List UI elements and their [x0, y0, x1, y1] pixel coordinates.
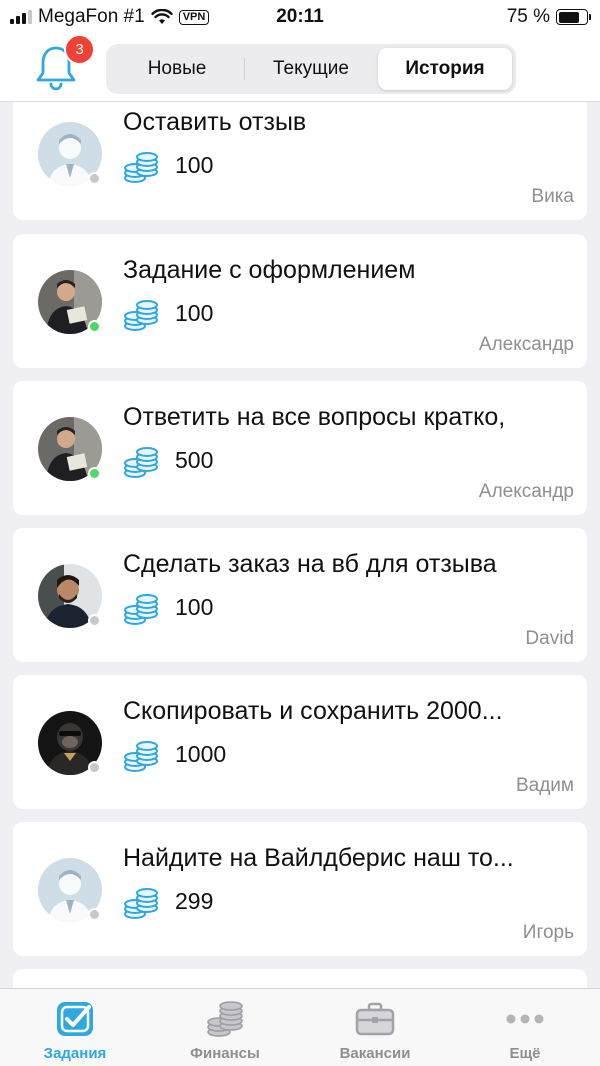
briefcase-icon — [355, 1002, 395, 1036]
battery-percent: 75 % — [506, 6, 550, 27]
more-dots-icon — [506, 1014, 544, 1024]
task-card[interactable]: Оставить отзыв 100 Вика — [13, 102, 587, 220]
coins-icon — [124, 594, 158, 625]
coins-icon — [207, 1001, 243, 1037]
tab-bar: Задания Финансы Вакансии Ещё — [0, 988, 600, 1066]
task-author: Игорь — [522, 922, 574, 943]
tab-more[interactable]: Ещё — [450, 989, 600, 1066]
task-card[interactable]: Скопировать и сохранить 2000... 1000 Вад… — [13, 675, 587, 809]
battery-icon — [556, 9, 591, 25]
tab-finance-label: Финансы — [190, 1045, 260, 1062]
offline-indicator — [88, 761, 101, 774]
task-author: David — [525, 628, 574, 649]
task-reward: 500 — [175, 447, 214, 473]
tab-tasks-label: Задания — [43, 1045, 107, 1062]
task-reward: 100 — [175, 300, 214, 326]
tab-finance[interactable]: Финансы — [150, 989, 300, 1066]
task-reward: 1000 — [175, 741, 227, 767]
tab-new[interactable]: Новые — [110, 48, 244, 90]
task-title: Скопировать и сохранить 2000... — [123, 697, 503, 725]
tab-vacancies[interactable]: Вакансии — [300, 989, 450, 1066]
task-reward: 100 — [175, 594, 214, 620]
status-bar: MegaFon #1 VPN 20:11 75 % — [0, 0, 600, 34]
task-title: Сделать заказ на вб для отзыва — [123, 550, 497, 578]
header: 3 Новые Текущие История — [0, 34, 600, 102]
offline-indicator — [88, 908, 101, 921]
coins-icon — [124, 447, 158, 478]
task-reward: 100 — [175, 152, 214, 178]
task-title: Найдите на Вайлдберис наш то... — [123, 844, 514, 872]
coins-icon — [124, 152, 158, 183]
task-card[interactable]: Сделать заказ на вб для отзыва 100 David — [13, 528, 587, 662]
task-title: Задание с оформлением — [123, 256, 416, 284]
task-author: Вика — [531, 186, 574, 207]
online-indicator — [88, 467, 101, 480]
task-author: Александр — [478, 481, 574, 502]
task-author: Вадим — [515, 775, 574, 796]
task-title: Оставить отзыв — [123, 108, 307, 136]
tab-history[interactable]: История — [378, 48, 512, 90]
offline-indicator — [88, 172, 101, 185]
notification-badge: 3 — [64, 34, 95, 65]
coins-icon — [124, 300, 158, 331]
task-list: Оставить отзыв 100 Вика Задание с оформл… — [0, 102, 600, 988]
online-indicator — [88, 320, 101, 333]
segmented-control: Новые Текущие История — [106, 44, 516, 94]
tab-current[interactable]: Текущие — [244, 48, 378, 90]
task-title: Ответить на все вопросы кратко, — [123, 403, 506, 431]
tab-more-label: Ещё — [509, 1045, 541, 1062]
tasks-check-icon — [57, 1002, 93, 1036]
task-card[interactable]: Ответить на все вопросы кратко, 500 Алек… — [13, 381, 587, 515]
task-card[interactable]: Задание с оформлением 100 Александр — [13, 234, 587, 368]
task-card[interactable]: Найдите на Вайлдберис наш то... 299 Игор… — [13, 822, 587, 956]
coins-icon — [124, 888, 158, 919]
coins-icon — [124, 741, 158, 772]
offline-indicator — [88, 614, 101, 627]
task-card[interactable] — [13, 969, 587, 988]
task-reward: 299 — [175, 888, 214, 914]
tab-tasks[interactable]: Задания — [0, 989, 150, 1066]
tab-vacancies-label: Вакансии — [339, 1045, 411, 1062]
task-author: Александр — [478, 334, 574, 355]
